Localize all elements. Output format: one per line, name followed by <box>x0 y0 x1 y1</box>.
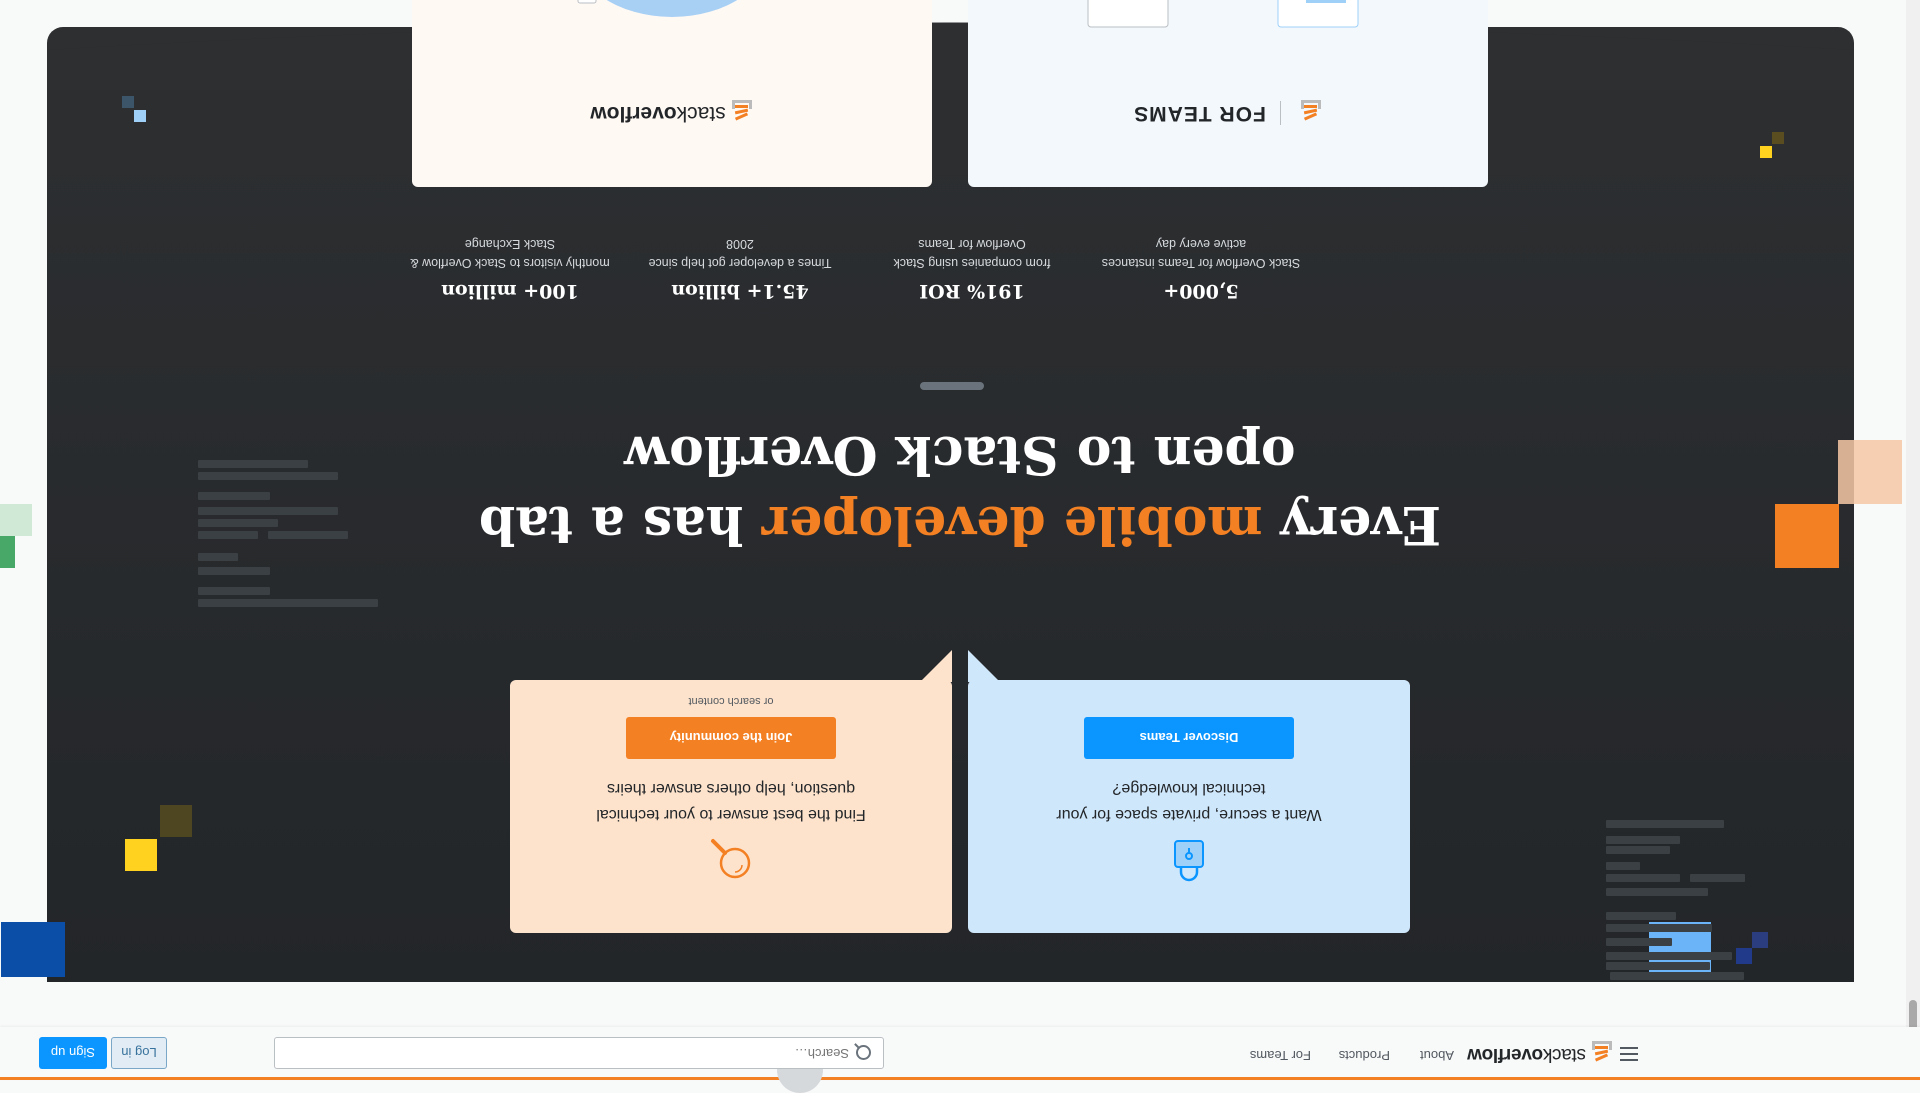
stats-row: 100+ million monthly visitors to Stack O… <box>410 222 1450 302</box>
deco-square-gold-dark <box>1772 132 1784 144</box>
stat-item: 5,000+ Stack Overflow for Teams instance… <box>1101 234 1301 302</box>
stackoverflow-promo[interactable]: stack overflow <box>412 0 932 187</box>
for-teams-promo[interactable]: FOR TEAMS <box>968 0 1488 187</box>
teams-card-tail <box>968 650 1000 682</box>
top-navigation-bar: × stackoverflow About Products For Teams… <box>0 1027 1920 1093</box>
so-logo-bold: overflow <box>590 102 677 125</box>
deco-square-navy-2 <box>1752 932 1768 948</box>
logo-text-light: stack <box>1543 1044 1586 1065</box>
stat-item: 100+ million monthly visitors to Stack O… <box>410 234 610 302</box>
stat-label: Times a developer got help since 2008 <box>648 237 832 270</box>
logo-text-bold: overflow <box>1467 1044 1544 1065</box>
stat-label: monthly visitors to Stack Overflow & Sta… <box>410 237 610 270</box>
nav-for-teams[interactable]: For Teams <box>1250 1048 1311 1063</box>
stat-number: 5,000+ <box>1163 280 1239 302</box>
stat-number: 45.1+ billion <box>671 280 809 302</box>
nav-products[interactable]: Products <box>1339 1048 1390 1063</box>
deco-square-navy <box>1736 948 1752 964</box>
headline-pre: Every <box>1262 494 1442 555</box>
signup-button[interactable]: Sign up <box>39 1037 107 1069</box>
deco-square-yellow <box>125 839 157 871</box>
globe-illustration <box>572 0 772 17</box>
deco-square-gold <box>1760 146 1772 158</box>
deco-square-sky <box>134 110 146 122</box>
deco-square-peach <box>1838 440 1902 504</box>
deco-square-green-light <box>0 504 32 536</box>
stat-number: 100+ million <box>441 280 579 302</box>
stackoverflow-logo[interactable]: stackoverflow <box>1467 1039 1614 1069</box>
headline-accent: mobile developer <box>761 494 1263 555</box>
search-content-link[interactable]: or search content <box>550 695 912 707</box>
hero-headline: Every mobile developer has a tab open to… <box>400 419 1520 559</box>
search-icon <box>856 1045 871 1060</box>
stat-item: 191% ROI from companies using Stack Over… <box>872 234 1072 302</box>
stackoverflow-logo-icon <box>1590 1040 1614 1068</box>
join-community-button[interactable]: Join the community <box>626 717 836 759</box>
page-rotated: Want a secure, private space for your te… <box>0 0 1920 1093</box>
login-button[interactable]: Log in <box>111 1037 167 1069</box>
scrollbar[interactable] <box>1906 0 1920 1080</box>
stat-item: 45.1+ billion Times a developer got help… <box>640 234 840 302</box>
stat-number: 191% ROI <box>919 280 1025 302</box>
stackoverflow-logo-icon <box>730 99 754 127</box>
hero-curve <box>47 22 1854 90</box>
search-bar[interactable] <box>274 1037 884 1069</box>
stat-label: Stack Overflow for Teams instances activ… <box>1101 237 1301 270</box>
teams-card-description: Want a secure, private space for your te… <box>1056 780 1322 823</box>
deco-square-slate <box>122 96 134 108</box>
search-icon <box>550 839 912 883</box>
teams-illustration <box>1087 0 1359 28</box>
teams-card: Want a secure, private space for your te… <box>968 680 1410 933</box>
for-teams-brand: FOR TEAMS <box>968 94 1488 127</box>
stackoverflow-brand: stack overflow <box>412 94 932 127</box>
stackoverflow-logo-icon <box>1299 99 1323 127</box>
so-logo-light: stack <box>676 102 726 125</box>
search-input[interactable] <box>287 1045 851 1062</box>
deco-square-orange <box>1775 504 1839 568</box>
community-card-tail <box>920 650 952 682</box>
deco-square-olive <box>160 805 192 837</box>
for-teams-label: FOR TEAMS <box>1133 102 1266 125</box>
deco-square-blue-dark <box>1 922 65 977</box>
hamburger-menu-icon[interactable] <box>1620 1047 1638 1061</box>
community-card-description: Find the best answer to your technical q… <box>596 780 866 823</box>
deco-square-green <box>0 536 15 568</box>
nav-about[interactable]: About <box>1420 1048 1454 1063</box>
section-divider <box>920 382 984 390</box>
lock-icon <box>1008 839 1370 883</box>
community-card: Find the best answer to your technical q… <box>510 680 952 933</box>
stat-label: from companies using Stack Overflow for … <box>893 237 1051 270</box>
discover-teams-button[interactable]: Discover Teams <box>1084 717 1294 759</box>
